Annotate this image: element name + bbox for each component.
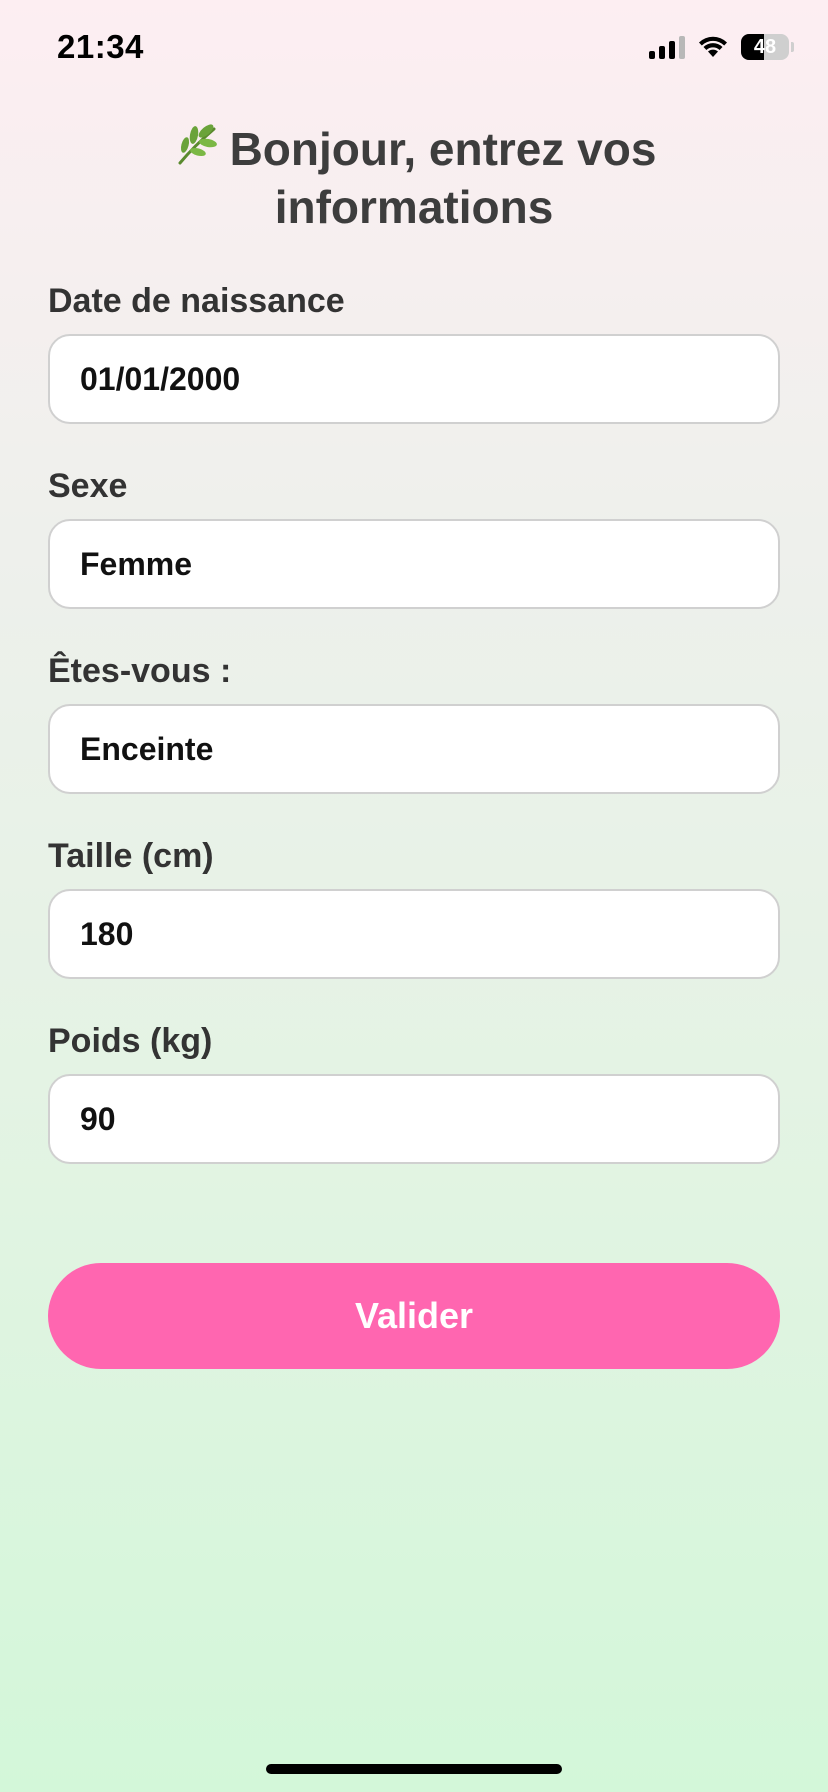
wifi-icon [699,36,727,57]
height-input[interactable] [48,889,780,979]
status-input[interactable] [48,704,780,794]
status-icons: 48 [649,34,794,60]
status-time: 21:34 [57,28,144,65]
battery-cap [791,42,794,52]
weight-label: Poids (kg) [48,1022,213,1060]
status-bar: 21:34 48 [0,0,828,100]
page-title: Bonjour, entrez vos informations [60,120,768,236]
home-indicator[interactable] [266,1764,562,1774]
height-label: Taille (cm) [48,837,214,875]
field-height: Taille (cm) [48,833,780,1018]
birth-date-label: Date de naissance [48,282,345,320]
field-status: Êtes-vous : [48,648,780,833]
sex-label: Sexe [48,467,128,505]
status-label: Êtes-vous : [48,652,232,690]
battery-level: 48 [753,35,777,58]
field-sex: Sexe [48,463,780,648]
cellular-signal-icon [649,35,685,59]
battery-icon: 48 [741,34,789,60]
sex-input[interactable] [48,519,780,609]
field-weight: Poids (kg) [48,1018,780,1203]
weight-input[interactable] [48,1074,780,1164]
profile-form: Date de naissance Sexe Êtes-vous : Taill… [48,278,780,1203]
submit-button[interactable]: Valider [48,1263,780,1369]
page-title-text: Bonjour, entrez vos informations [229,123,657,233]
birth-date-input[interactable] [48,334,780,424]
field-birth-date: Date de naissance [48,278,780,463]
herb-leaf-icon [178,124,217,165]
